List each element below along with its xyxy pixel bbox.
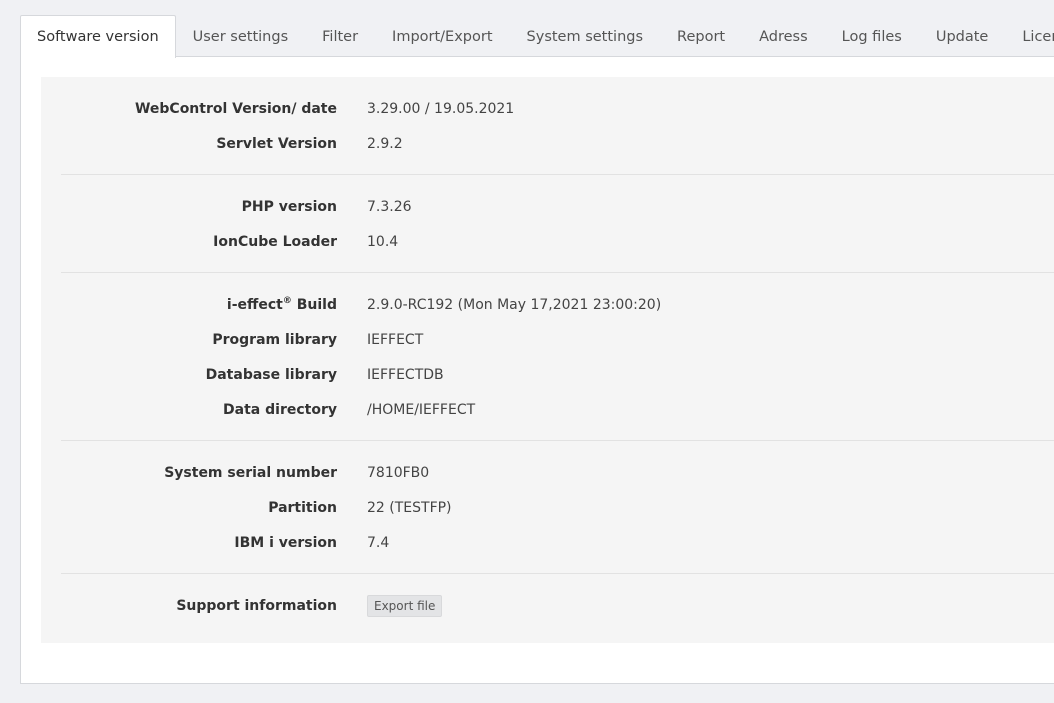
group-system: System serial number 7810FB0 Partition 2…	[61, 441, 1054, 574]
servlet-version-label: Servlet Version	[216, 135, 337, 152]
info-row: IBM i version 7.4	[61, 525, 1054, 560]
group-webcontrol: WebControl Version/ date 3.29.00 / 19.05…	[61, 77, 1054, 175]
build-label-prefix: i-effect	[226, 297, 283, 313]
tab-panel: WebControl Version/ date 3.29.00 / 19.05…	[20, 56, 1054, 684]
info-row: Data directory /HOME/IEFFECT	[61, 392, 1054, 427]
group-support: Support information Export file	[61, 574, 1054, 636]
ibmi-version-label: IBM i version	[234, 534, 337, 551]
tab-system-settings[interactable]: System settings	[510, 15, 661, 57]
ioncube-loader-value: 10.4	[367, 233, 399, 250]
serial-number-label: System serial number	[164, 464, 337, 481]
info-row: PHP version 7.3.26	[61, 189, 1054, 224]
build-value: 2.9.0-RC192 (Mon May 17,2021 23:00:20)	[367, 296, 662, 313]
data-directory-value: /HOME/IEFFECT	[367, 401, 476, 418]
php-version-value: 7.3.26	[367, 198, 412, 215]
group-ieffect: i-effect® Build 2.9.0-RC192 (Mon May 17,…	[61, 273, 1054, 441]
database-library-label: Database library	[205, 366, 337, 383]
info-row: Database library IEFFECTDB	[61, 357, 1054, 392]
program-library-value: IEFFECT	[367, 331, 424, 348]
partition-label: Partition	[268, 499, 337, 516]
info-row: Support information Export file	[61, 588, 1054, 623]
version-info-card: WebControl Version/ date 3.29.00 / 19.05…	[41, 77, 1054, 643]
partition-value: 22 (TESTFP)	[367, 499, 452, 516]
group-php: PHP version 7.3.26 IonCube Loader 10.4	[61, 175, 1054, 273]
tab-user-settings[interactable]: User settings	[176, 15, 305, 57]
info-row: Program library IEFFECT	[61, 322, 1054, 357]
info-row: Servlet Version 2.9.2	[61, 126, 1054, 161]
ibmi-version-value: 7.4	[367, 534, 390, 551]
info-row: WebControl Version/ date 3.29.00 / 19.05…	[61, 91, 1054, 126]
tab-adress[interactable]: Adress	[742, 15, 825, 57]
webcontrol-version-value: 3.29.00 / 19.05.2021	[367, 100, 515, 117]
webcontrol-version-label: WebControl Version/ date	[134, 100, 337, 117]
tab-licenses[interactable]: Licenses	[1005, 15, 1054, 57]
tab-log-files[interactable]: Log files	[825, 15, 919, 57]
export-file-button[interactable]: Export file	[367, 594, 443, 617]
support-information-label: Support information	[176, 597, 337, 614]
servlet-version-value: 2.9.2	[367, 135, 403, 152]
php-version-label: PHP version	[241, 198, 337, 215]
tab-update[interactable]: Update	[919, 15, 1006, 57]
info-row: i-effect® Build 2.9.0-RC192 (Mon May 17,…	[61, 287, 1054, 322]
build-label-suffix: Build	[291, 297, 337, 313]
ioncube-loader-label: IonCube Loader	[213, 233, 337, 250]
tab-import-export[interactable]: Import/Export	[375, 15, 509, 57]
info-row: System serial number 7810FB0	[61, 455, 1054, 490]
build-label: i-effect® Build	[61, 296, 367, 313]
tab-filter[interactable]: Filter	[305, 15, 375, 57]
tab-bar: Software version User settings Filter Im…	[20, 15, 1054, 58]
database-library-value: IEFFECTDB	[367, 366, 444, 383]
data-directory-label: Data directory	[223, 401, 337, 418]
tab-software-version[interactable]: Software version	[20, 15, 176, 58]
program-library-label: Program library	[212, 331, 337, 348]
serial-number-value: 7810FB0	[367, 464, 430, 481]
info-row: Partition 22 (TESTFP)	[61, 490, 1054, 525]
info-row: IonCube Loader 10.4	[61, 224, 1054, 259]
support-information-value: Export file	[367, 594, 443, 617]
tab-report[interactable]: Report	[660, 15, 742, 57]
registered-mark: ®	[282, 296, 292, 306]
